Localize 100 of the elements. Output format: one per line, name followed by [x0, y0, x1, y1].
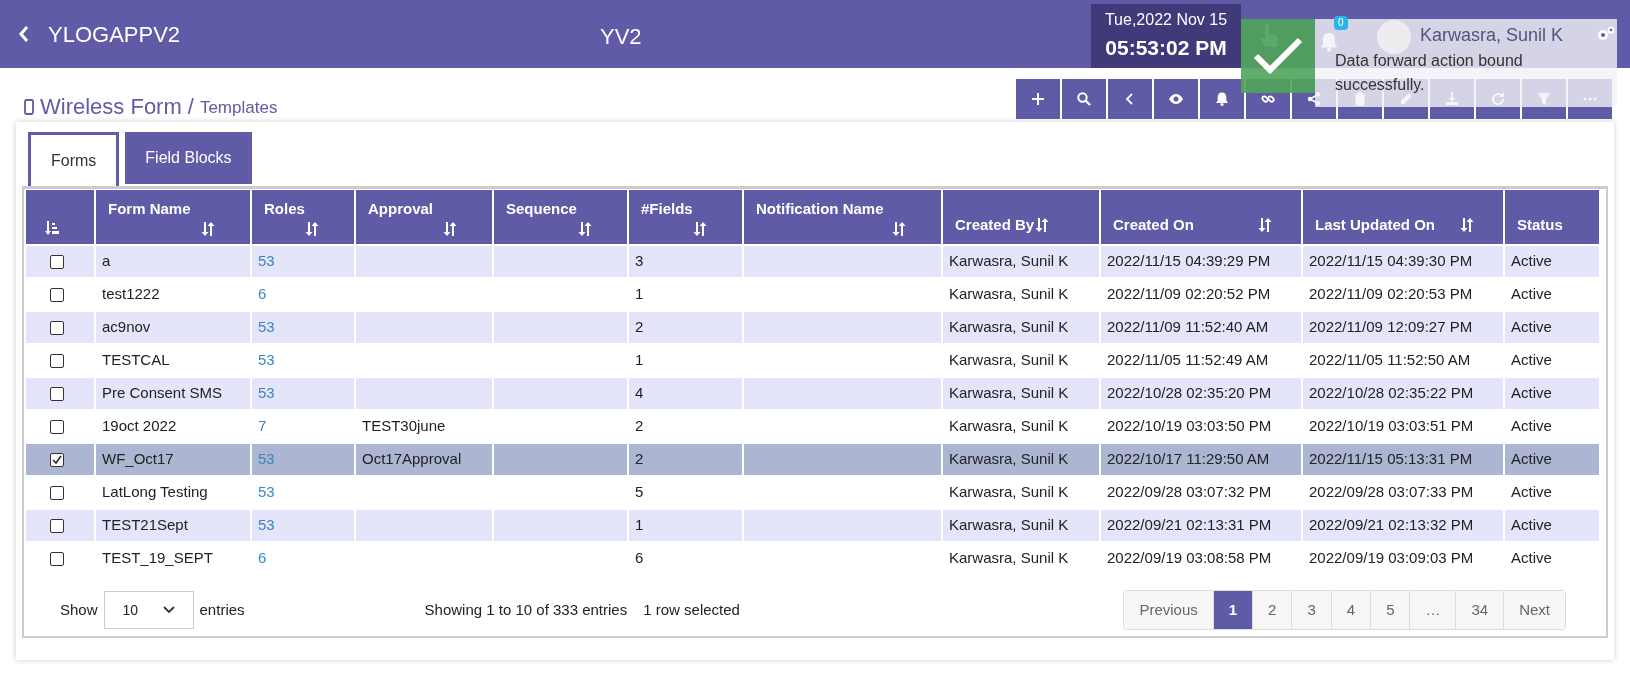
table-cell: Oct17Approval [362, 450, 462, 468]
table-cell: Karwasra, Sunil K [949, 285, 1069, 303]
table-cell: 2 [635, 450, 644, 468]
row-checkbox[interactable] [50, 419, 64, 434]
sort-icon[interactable] [1034, 216, 1051, 233]
sort-icon[interactable] [577, 220, 593, 237]
table-cell: 2022/11/09 02:20:52 PM [1107, 285, 1271, 303]
roles-link[interactable]: 53 [258, 318, 275, 336]
row-checkbox[interactable] [50, 386, 64, 401]
toolbar-button[interactable] [1200, 79, 1244, 119]
table-cell: Active [1511, 384, 1552, 402]
table-cell: Pre Consent SMS [102, 384, 223, 402]
table-cell: Karwasra, Sunil K [949, 252, 1069, 270]
table-cell: TEST30june [362, 417, 446, 435]
tab[interactable]: Forms [28, 132, 120, 186]
chevron-down-icon [162, 606, 175, 614]
pagination-button[interactable]: Next [1503, 591, 1565, 629]
table-cell: 2022/09/28 03:07:33 PM [1309, 483, 1474, 501]
header-cell[interactable]: Status [1505, 190, 1599, 244]
user-name[interactable]: Karwasra, Sunil K [1420, 22, 1564, 49]
table-cell: Active [1511, 516, 1552, 534]
header-cell[interactable]: Form Name [96, 190, 250, 244]
row-checkbox[interactable] [50, 320, 64, 335]
table-cell: 1 [635, 351, 644, 369]
table-cell: ac9nov [102, 318, 151, 336]
table-cell: WF_Oct17 [102, 450, 174, 468]
toolbar-button[interactable] [1016, 79, 1060, 119]
header-cell[interactable]: Roles [252, 190, 354, 244]
table-cell: 2022/09/21 02:13:31 PM [1107, 516, 1272, 534]
sort-icon[interactable] [44, 220, 60, 236]
sort-icon[interactable] [200, 220, 216, 237]
page-title: YV2 [600, 23, 642, 51]
eye-icon [1168, 91, 1184, 107]
table-row[interactable]: TEST21Sept 53 1 Karwasra, Sunil K 2022/09/21 02:13:31 PM 2022/09/21 02:13:32 PM Active [26, 510, 1599, 541]
roles-link[interactable]: 53 [258, 483, 275, 501]
table-cell: a [102, 252, 111, 270]
roles-link[interactable]: 6 [258, 285, 267, 303]
roles-link[interactable]: 53 [258, 351, 275, 369]
table-cell: 2022/10/28 02:35:20 PM [1107, 384, 1272, 402]
table-cell: 2022/09/28 03:07:32 PM [1107, 483, 1272, 501]
pagination-button[interactable]: 3 [1291, 591, 1331, 629]
table-cell: 2022/11/09 02:20:53 PM [1309, 285, 1473, 303]
pagination-button[interactable]: 5 [1370, 591, 1410, 629]
table-cell: 2022/11/15 05:13:31 PM [1309, 450, 1473, 468]
table-row[interactable]: WF_Oct17 53 Oct17Approval 2 Karwasra, Sunil K 2022/10/17 11:29:50 AM 2022/11/15 05:13:31 PM Active [26, 444, 1599, 475]
column-header: Created By [955, 214, 1035, 235]
pagination-button[interactable]: … [1409, 591, 1456, 629]
roles-link[interactable]: 53 [258, 384, 275, 402]
time-text: 05:53:02 PM [1105, 35, 1227, 62]
sort-icon[interactable] [891, 220, 907, 237]
header-cell[interactable]: Notification Name [744, 190, 941, 244]
table-cell: 3 [635, 252, 644, 270]
row-checkbox[interactable] [50, 485, 64, 500]
row-checkbox[interactable] [50, 254, 64, 269]
header-cell[interactable] [26, 190, 94, 244]
header-cell[interactable]: #Fields [629, 190, 742, 244]
pagination-button[interactable]: 34 [1455, 591, 1504, 629]
header-cell[interactable]: Created On [1101, 190, 1301, 244]
page-size-select[interactable]: 10 [103, 591, 194, 629]
header-cell[interactable]: Created By [943, 190, 1099, 244]
sort-icon[interactable] [1459, 216, 1475, 233]
search-icon [1076, 91, 1092, 107]
pagination-button[interactable]: Previous [1124, 591, 1213, 629]
date-text: Tue,2022 Nov 15 [1104, 10, 1228, 31]
show-label: Show [60, 599, 98, 620]
sort-icon[interactable] [304, 220, 320, 237]
section-title[interactable]: Wireless Form [40, 90, 182, 123]
back-icon[interactable] [18, 25, 30, 43]
sort-icon[interactable] [692, 220, 708, 237]
column-header: Sequence [506, 199, 578, 219]
sort-icon[interactable] [442, 220, 458, 237]
table-cell: Active [1511, 252, 1552, 270]
table-cell: Karwasra, Sunil K [949, 318, 1069, 336]
header-cell[interactable]: Last Updated On [1303, 190, 1503, 244]
roles-link[interactable]: 53 [258, 252, 275, 270]
row-checkbox[interactable] [50, 452, 64, 467]
column-header: Status [1517, 214, 1563, 235]
table-cell: 2022/11/09 11:52:40 AM [1107, 318, 1269, 336]
tab[interactable]: Field Blocks [125, 132, 252, 184]
header-cell[interactable]: Sequence [494, 190, 627, 244]
table-cell: Active [1511, 318, 1552, 336]
pagination-button[interactable]: 4 [1330, 591, 1371, 629]
roles-link[interactable]: 6 [258, 549, 267, 567]
table-cell: Karwasra, Sunil K [949, 483, 1069, 501]
row-checkbox[interactable] [50, 518, 64, 533]
sort-icon[interactable] [1257, 216, 1273, 233]
row-checkbox[interactable] [50, 287, 64, 302]
toolbar-button[interactable] [1062, 79, 1106, 119]
selection-info: 1 row selected [643, 599, 740, 620]
column-header: Last Updated On [1315, 214, 1435, 235]
table-cell: 2022/11/15 04:39:29 PM [1107, 252, 1271, 270]
pagination-button[interactable]: 1 [1212, 591, 1253, 629]
roles-link[interactable]: 53 [258, 516, 275, 534]
table-cell: 19oct 2022 [102, 417, 177, 435]
row-checkbox[interactable] [50, 353, 64, 368]
row-checkbox[interactable] [50, 551, 64, 566]
pagination-button[interactable]: 2 [1252, 591, 1292, 629]
toolbar-button[interactable] [1154, 79, 1198, 119]
roles-link[interactable]: 7 [258, 417, 267, 435]
header-cell[interactable]: Approval [356, 190, 492, 244]
